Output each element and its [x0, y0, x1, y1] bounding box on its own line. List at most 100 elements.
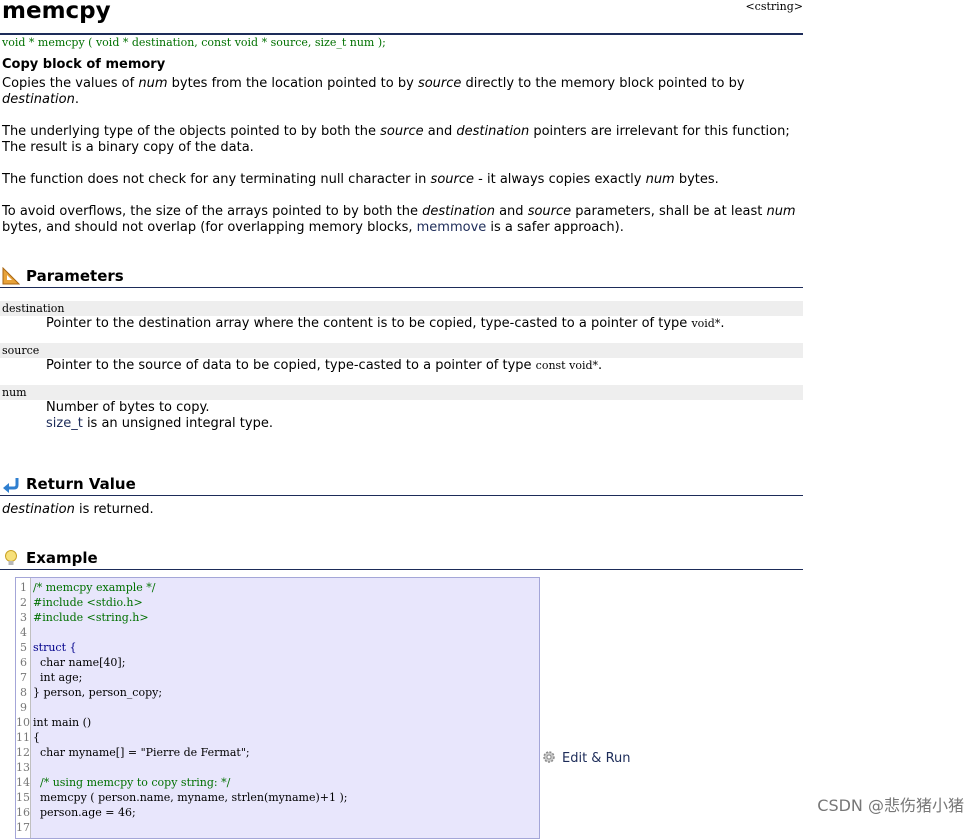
text-emphasis: destination	[456, 124, 530, 139]
text-run: The underlying type of the objects point…	[2, 124, 381, 139]
edit-run-button[interactable]: Edit & Run	[542, 750, 631, 766]
return-arrow-icon	[2, 475, 20, 493]
code-text: struct {	[33, 641, 77, 654]
code-line: 13	[16, 760, 33, 775]
line-number: 3	[20, 611, 27, 624]
param-name: source	[0, 343, 803, 358]
line-number: 16	[16, 806, 30, 819]
return-value-label: Return Value	[26, 475, 136, 493]
text-run: .	[598, 358, 603, 373]
title-bar: memcpy <cstring>	[0, 0, 803, 35]
param-name: num	[0, 385, 803, 400]
code-line: 4	[16, 625, 33, 640]
line-number: 11	[16, 731, 30, 744]
code-text: int main ()	[33, 716, 92, 729]
code-line: 10 int main ()	[16, 715, 91, 730]
edit-run-label: Edit & Run	[562, 751, 631, 766]
code-text: #include <stdio.h>	[33, 596, 143, 609]
line-number: 5	[20, 641, 27, 654]
reference-page: memcpy <cstring> void * memcpy ( void * …	[0, 0, 803, 236]
text-emphasis: destination	[422, 204, 495, 219]
text-run: To avoid overflows, the size of the arra…	[2, 204, 423, 219]
code-text: char name[40];	[33, 656, 126, 669]
code-example[interactable]: 1 /* memcpy example */ 2 #include <stdio.h>…	[15, 577, 540, 839]
line-number: 9	[20, 701, 27, 714]
code-line: 15 memcpy ( person.name, myname, strlen(…	[16, 790, 347, 805]
text-run: bytes.	[674, 172, 719, 187]
text-emphasis: source	[380, 124, 424, 139]
text-emphasis: num	[138, 76, 168, 91]
description: Copies the values of num bytes from the …	[0, 76, 803, 236]
line-number: 4	[20, 626, 27, 639]
description-paragraph-4: To avoid overflows, the size of the arra…	[2, 204, 803, 236]
param-note: size_t is an unsigned integral type.	[46, 416, 803, 432]
example-heading: Example	[0, 549, 803, 570]
parameters-label: Parameters	[26, 267, 124, 285]
line-number: 6	[20, 656, 27, 669]
description-paragraph-3: The function does not check for any term…	[2, 172, 803, 188]
page-subtitle: Copy block of memory	[2, 57, 166, 72]
text-emphasis: num	[766, 204, 796, 219]
param-name: destination	[0, 301, 803, 316]
text-run: bytes, and should not overlap (for overl…	[2, 220, 417, 235]
text-emphasis: source	[430, 172, 475, 187]
text-run: - it always copies exactly	[474, 172, 646, 187]
text-emphasis: num	[645, 172, 675, 187]
description-paragraph-2: The underlying type of the objects point…	[2, 124, 803, 156]
code-text: memcpy ( person.name, myname, strlen(myn…	[33, 791, 348, 804]
code-line: 3 #include <string.h>	[16, 610, 149, 625]
code-text: person.age = 46;	[33, 806, 136, 819]
line-number: 10	[16, 716, 30, 729]
param-source: source Pointer to the source of data to …	[0, 343, 803, 374]
line-number: 2	[20, 596, 27, 609]
function-prototype: void * memcpy ( void * destination, cons…	[2, 36, 386, 49]
code-line: 6 char name[40];	[16, 655, 125, 670]
gear-icon	[542, 750, 556, 764]
watermark: CSDN @悲伤猪小猪	[817, 796, 964, 815]
line-number: 17	[16, 821, 30, 834]
code-text: /* using memcpy to copy string: */	[33, 776, 231, 789]
code-text: const void*	[535, 359, 598, 372]
code-text: {	[33, 731, 40, 744]
code-line: 1 /* memcpy example */	[16, 580, 155, 595]
text-run: is returned.	[74, 502, 154, 517]
text-run: Pointer to the source of data to be copi…	[46, 358, 536, 373]
text-emphasis: source	[417, 76, 462, 91]
memmove-link[interactable]: memmove	[417, 220, 487, 235]
code-line: 2 #include <stdio.h>	[16, 595, 143, 610]
code-line: 16 person.age = 46;	[16, 805, 136, 820]
param-description: Pointer to the source of data to be copi…	[0, 358, 803, 374]
line-number: 7	[20, 671, 27, 684]
text-run: Copies the values of	[2, 76, 139, 91]
code-line: 8} person, person_copy;	[16, 685, 162, 700]
ruler-triangle-icon	[2, 266, 21, 285]
line-number: 14	[16, 776, 30, 789]
line-number: 13	[16, 761, 30, 774]
param-num: num Number of bytes to copy. size_t is a…	[0, 385, 803, 432]
text-emphasis: destination	[2, 502, 75, 517]
text-run: The function does not check for any term…	[2, 172, 431, 187]
header-tag: <cstring>	[745, 0, 803, 13]
text-run: Number of bytes to copy.	[46, 400, 210, 415]
code-line: 14 /* using memcpy to copy string: */	[16, 775, 230, 790]
param-destination: destination Pointer to the destination a…	[0, 301, 803, 332]
text-run: and	[423, 124, 457, 139]
page-title: memcpy	[2, 0, 111, 24]
code-line: 12 char myname[] = "Pierre de Fermat";	[16, 745, 250, 760]
return-value-heading: Return Value	[0, 475, 803, 496]
text-run: parameters, shall be at least	[571, 204, 767, 219]
text-run: and	[494, 204, 528, 219]
code-text: int age;	[33, 671, 83, 684]
code-line: 9	[16, 700, 33, 715]
line-number: 15	[16, 791, 30, 804]
code-text: #include <string.h>	[33, 611, 149, 624]
text-emphasis: destination	[2, 92, 75, 107]
text-emphasis: source	[527, 204, 572, 219]
parameters-heading: Parameters	[0, 266, 803, 288]
code-text: /* memcpy example */	[33, 581, 156, 594]
text-run: .	[720, 316, 725, 331]
text-run: Pointer to the destination array where t…	[46, 316, 692, 331]
text-run: directly to the memory block pointed to …	[461, 76, 745, 91]
size-t-link[interactable]: size_t	[46, 416, 83, 431]
code-text: char myname[] = "Pierre de Fermat";	[33, 746, 250, 759]
